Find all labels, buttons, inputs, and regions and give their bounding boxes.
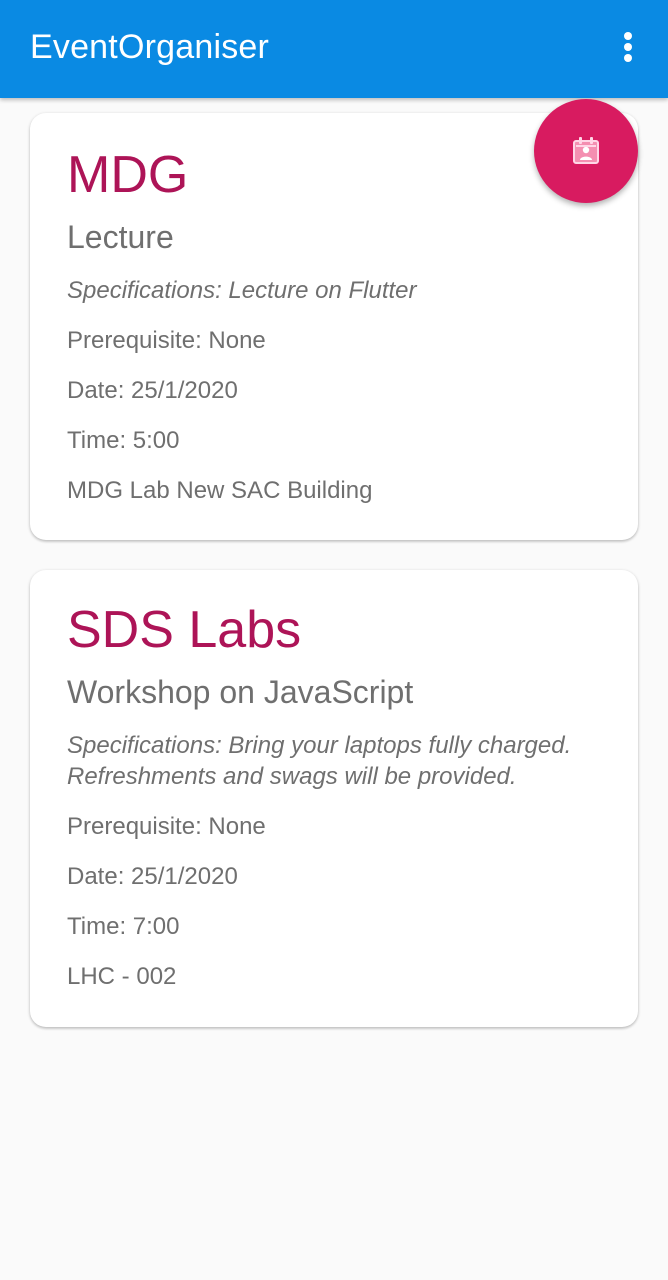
add-event-button[interactable] — [534, 99, 638, 203]
event-specifications: Specifications: Lecture on Flutter — [67, 277, 417, 304]
event-specifications: Specifications: Bring your laptops fully… — [67, 732, 572, 790]
event-time: Time: 5:00 — [67, 427, 180, 454]
event-date: Date: 25/1/2020 — [67, 863, 238, 890]
event-venue: MDG Lab New SAC Building — [67, 477, 373, 504]
event-title: Lecture — [67, 219, 174, 255]
event-organizer: SDS Labs — [67, 601, 302, 659]
event-prerequisite: Prerequisite: None — [67, 327, 266, 354]
event-title: Workshop on JavaScript — [67, 674, 414, 710]
app-bar: EventOrganiser — [0, 0, 668, 98]
calendar-person-icon — [573, 137, 599, 164]
event-date: Date: 25/1/2020 — [67, 377, 238, 404]
more-vert-icon[interactable] — [614, 30, 642, 64]
event-organizer: MDG — [67, 146, 189, 204]
app-title: EventOrganiser — [30, 28, 270, 66]
event-card[interactable]: SDS Labs Workshop on JavaScript Specific… — [30, 570, 638, 1027]
event-time: Time: 7:00 — [67, 913, 180, 940]
event-prerequisite: Prerequisite: None — [67, 813, 266, 840]
event-venue: LHC - 002 — [67, 963, 177, 990]
